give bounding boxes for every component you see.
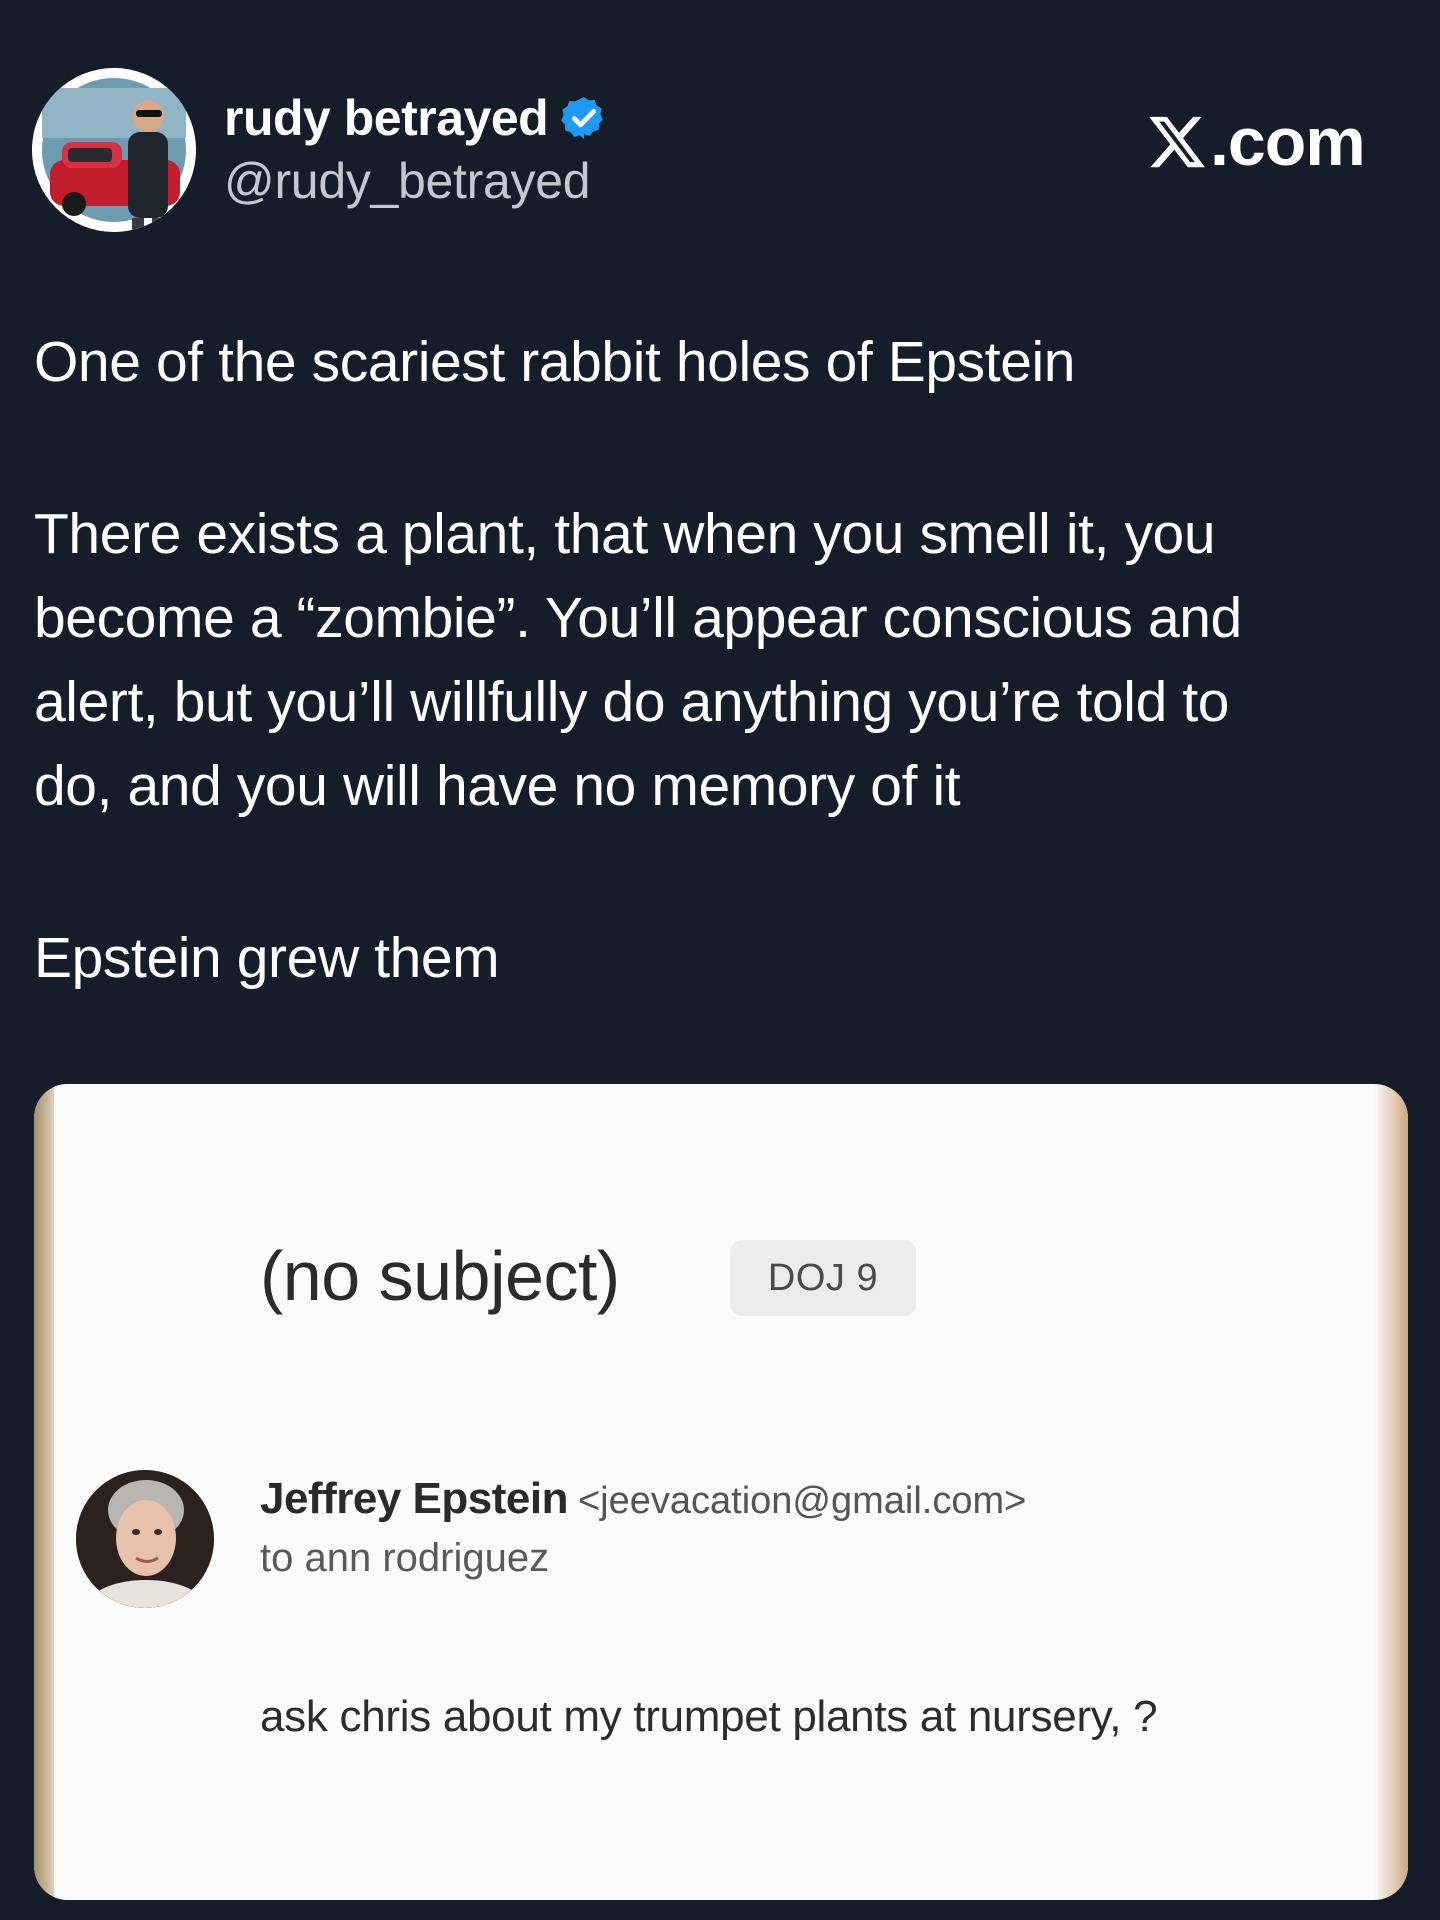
sender-avatar xyxy=(76,1470,214,1608)
tweet-paragraph-3: Epstein grew them xyxy=(34,926,500,990)
brand-domain-text: .com xyxy=(1210,104,1366,180)
author-name-row[interactable]: rudy betrayed xyxy=(224,88,608,148)
sender-name: Jeffrey Epstein xyxy=(260,1474,568,1523)
recipient-line: to ann rodriguez xyxy=(260,1536,550,1580)
tweet-paragraph-2-line: alert, but you’ll willfully do anything … xyxy=(34,670,1230,734)
tweet-paragraph-1: One of the scariest rabbit holes of Epst… xyxy=(34,330,1076,394)
sender-avatar-image xyxy=(76,1470,214,1608)
email-label-text: DOJ 9 xyxy=(767,1256,879,1299)
x-brand-watermark: .com xyxy=(1146,102,1366,182)
photo-edge-right xyxy=(1378,1084,1408,1900)
verified-badge-icon xyxy=(561,97,603,139)
author-handle[interactable]: @rudy_betrayed xyxy=(224,152,591,210)
email-subject: (no subject) xyxy=(260,1237,620,1315)
tweet-paragraph-2: There exists a plant, that when you smel… xyxy=(34,492,1414,828)
embedded-email-screenshot[interactable]: (no subject) DOJ 9 Jeffrey Epstein <jeeva… xyxy=(34,1084,1408,1900)
author-avatar-image xyxy=(32,68,196,232)
email-label-chip: DOJ 9 xyxy=(730,1240,916,1316)
tweet-paragraph-2-line: do, and you will have no memory of it xyxy=(34,754,961,818)
sender-email: <jeevacation@gmail.com> xyxy=(577,1480,1027,1522)
tweet-paragraph-2-line: There exists a plant, that when you smel… xyxy=(34,502,1216,566)
x-logo-icon xyxy=(1149,116,1205,168)
post-card: rudy betrayed @rudy_betrayed .com One of… xyxy=(0,0,1440,1920)
author-display-name[interactable]: rudy betrayed xyxy=(224,89,549,147)
email-body: ask chris about my trumpet plants at nur… xyxy=(260,1692,1158,1741)
sender-row: Jeffrey Epstein <jeevacation@gmail.com> xyxy=(260,1474,1026,1524)
tweet-paragraph-2-line: become a “zombie”. You’ll appear conscio… xyxy=(34,586,1242,650)
email-sheet: (no subject) DOJ 9 Jeffrey Epstein <jeeva… xyxy=(54,1084,1374,1900)
author-avatar[interactable] xyxy=(32,68,196,232)
